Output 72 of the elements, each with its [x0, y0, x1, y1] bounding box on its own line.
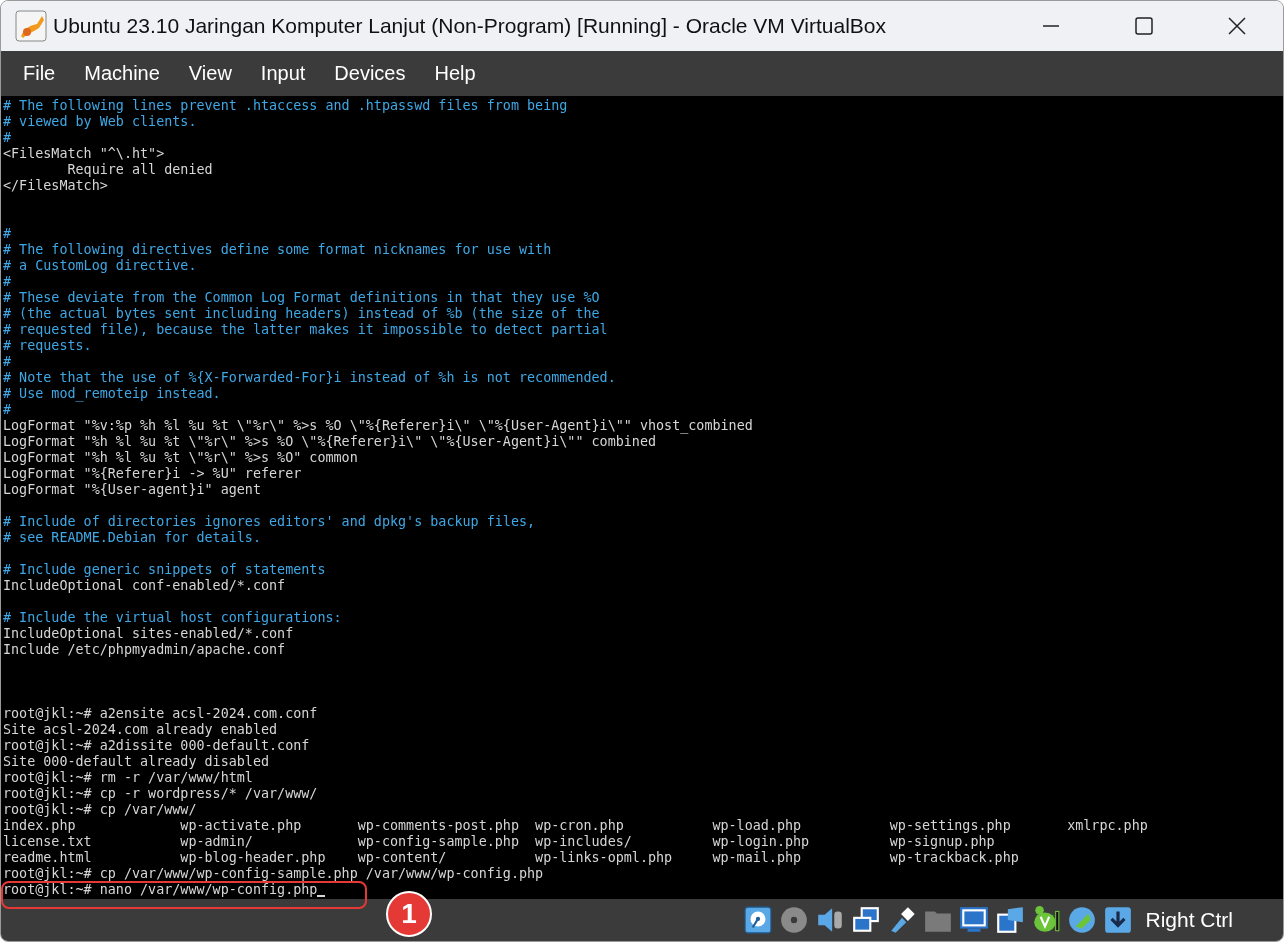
terminal-line: Require all denied	[66, 162, 213, 178]
terminal-line: # Include the virtual host configurations:	[3, 610, 342, 626]
file-name: wp-comments-post.php	[357, 818, 520, 834]
terminal-line: # see README.Debian for details.	[3, 530, 261, 546]
file-name: index.php	[3, 818, 77, 834]
file-name: wp-signup.php	[889, 834, 996, 850]
monitor-icon[interactable]	[959, 905, 990, 935]
terminal-line: root@jkl:~# rm -r /var/www/html	[3, 770, 253, 786]
terminal-line: #	[3, 226, 12, 242]
terminal-line: Site 000-default already disabled	[3, 754, 270, 770]
terminal-line: # a CustomLog directive.	[3, 258, 197, 274]
terminal-line: LogFormat "%h %l %u %t \"%r\" %>s %O" common	[3, 450, 358, 466]
terminal-line: #	[3, 402, 12, 418]
terminal-line: Site acsl-2024.com already enabled	[3, 722, 278, 738]
menu-item[interactable]: View	[178, 62, 242, 85]
terminal-line: #	[3, 130, 12, 146]
terminal-line: # The following directives define some format nicknames for use with	[3, 242, 552, 258]
file-name: wp-admin/	[180, 834, 254, 850]
terminal-line: # requested file), because the latter makes it impossible to detect partial	[3, 322, 608, 338]
terminal-line: IncludeOptional conf-enabled/*.conf	[3, 578, 286, 594]
terminal-line: # Use mod_remoteip instead.	[3, 386, 221, 402]
terminal-line: # Note that the use of %{X-Forwarded-For}i instead of %h is not recommended.	[3, 370, 616, 386]
close-icon[interactable]	[1227, 17, 1246, 35]
terminal-line: root@jkl:~# nano /var/www/wp-config.php	[3, 882, 318, 898]
host-key-label: Right Ctrl	[1145, 908, 1233, 932]
file-name: license.txt	[3, 834, 93, 850]
network-icon[interactable]	[851, 905, 882, 935]
terminal-line: # The following lines prevent .htaccess and .htpasswd files from being	[3, 98, 568, 114]
disc-icon[interactable]	[779, 905, 810, 935]
window-title: Ubuntu 23.10 Jaringan Komputer Lanjut (Non-Program) [Running] - Oracle VM VirtualBox	[53, 14, 887, 38]
file-name: wp-includes/	[535, 834, 633, 850]
terminal-line: # Include generic snippets of statements	[3, 562, 326, 578]
menu-item[interactable]: Input	[250, 62, 316, 85]
menu-item[interactable]: Machine	[74, 62, 170, 85]
app-logo-icon	[15, 10, 47, 42]
file-name: wp-blog-header.php	[180, 850, 327, 866]
file-name: readme.html	[3, 850, 93, 866]
file-name: wp-login.php	[712, 834, 811, 850]
file-name: wp-content/	[357, 850, 448, 866]
file-name: wp-links-opml.php	[535, 850, 674, 866]
terminal-line: #	[3, 274, 12, 290]
terminal-line: </FilesMatch>	[3, 178, 108, 194]
file-name: wp-config-sample.php	[357, 834, 520, 850]
menu-item[interactable]: Devices	[324, 62, 416, 85]
terminal-line: LogFormat "%v:%p %h %l %u %t \"%r\" %>s %O \"%{Referer}i\" \"%{User-Agent}i\"" vhost_combined	[3, 418, 753, 434]
terminal-line: # (the actual bytes sent including headers) instead of %b (the size of the	[3, 306, 600, 322]
file-name: wp-mail.php	[712, 850, 803, 866]
terminal-line: root@jkl:~# a2dissite 000-default.conf	[3, 738, 310, 754]
file-name: wp-load.php	[712, 818, 803, 834]
terminal-line: LogFormat "%{Referer}i -> %U" referer	[3, 466, 302, 482]
file-name: wp-activate.php	[180, 818, 303, 834]
file-name: xmlrpc.php	[1067, 818, 1149, 834]
terminal-line: # requests.	[3, 338, 92, 354]
terminal-line: LogFormat "%{User-agent}i" agent	[3, 482, 261, 498]
file-name: wp-cron.php	[535, 818, 625, 834]
maximize-icon[interactable]	[1134, 17, 1153, 35]
terminal-line: <FilesMatch "^\.ht">	[3, 146, 165, 162]
file-name: wp-settings.php	[889, 818, 1012, 834]
terminal-line: root@jkl:~# cp /var/www/wp-config-sample.php /var/www/wp-config.php	[3, 866, 544, 882]
terminal-line: LogFormat "%h %l %u %t \"%r\" %>s %O \"%{Referer}i\" \"%{User-Agent}i\"" combined	[3, 434, 656, 450]
menu-item[interactable]: Help	[424, 62, 486, 85]
terminal-line: # These deviate from the Common Log Format definitions in that they use %O	[3, 290, 600, 306]
terminal-line: Include /etc/phpmyadmin/apache.conf	[3, 642, 286, 658]
menu-item[interactable]: File	[13, 62, 66, 85]
terminal-line: root@jkl:~# cp /var/www/	[3, 802, 197, 818]
terminal-line: root@jkl:~# cp -r wordpress/* /var/www/	[3, 786, 318, 802]
terminal-line: #	[3, 354, 12, 370]
terminal-line: IncludeOptional sites-enabled/*.conf	[3, 626, 294, 642]
terminal-line: root@jkl:~# a2ensite acsl-2024.com.conf	[3, 706, 318, 722]
file-name: wp-trackback.php	[889, 850, 1020, 866]
terminal-line: # viewed by Web clients.	[3, 114, 197, 130]
terminal-line: # Include of directories ignores editors' and dpkg's backup files,	[3, 514, 536, 530]
